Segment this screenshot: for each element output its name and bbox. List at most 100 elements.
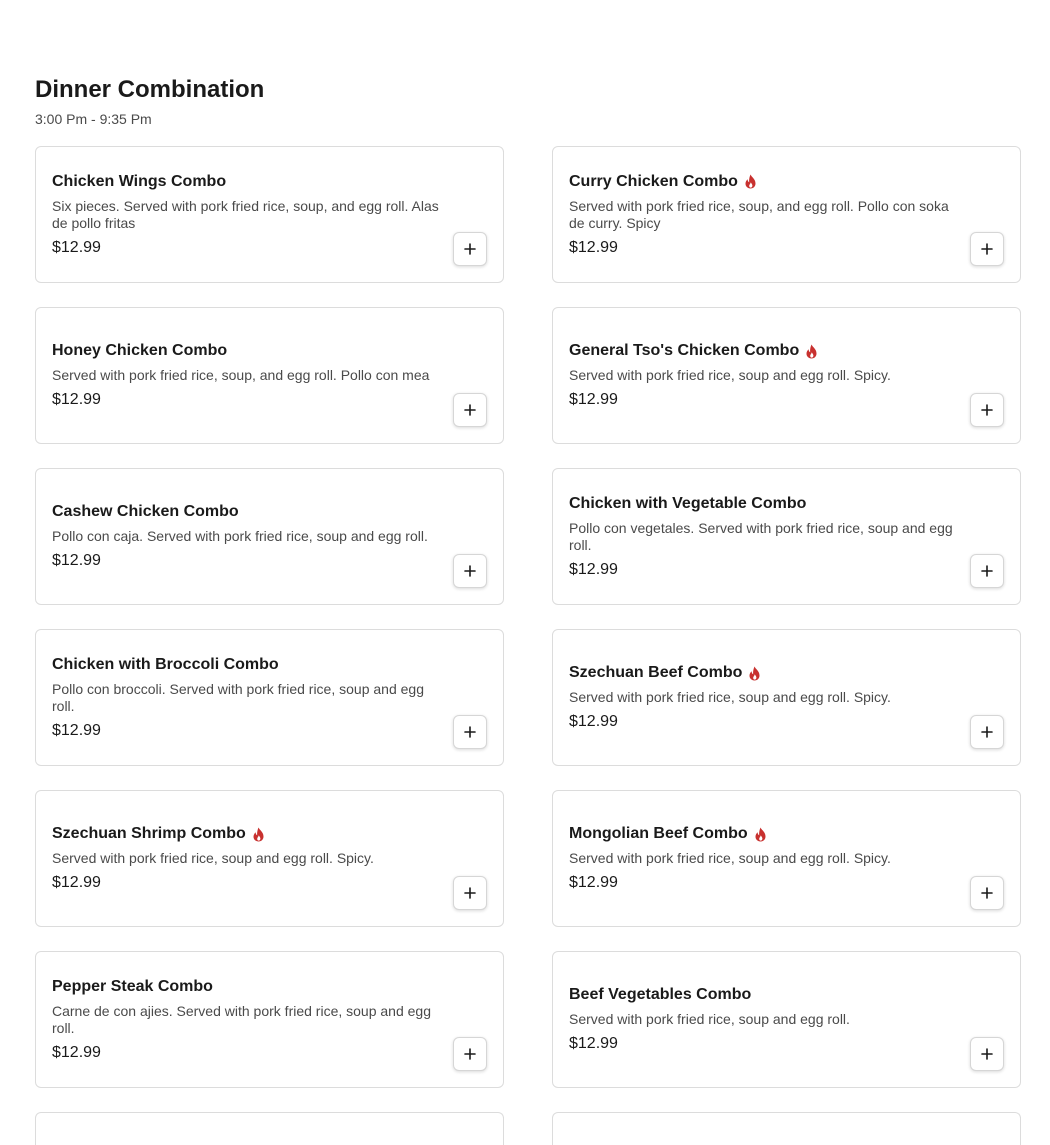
- menu-item-name: Mongolian Beef Combo: [569, 824, 964, 844]
- menu-item-card[interactable]: [35, 1112, 504, 1145]
- menu-item-name-text: Curry Chicken Combo: [569, 172, 738, 190]
- menu-item-card[interactable]: Chicken with Vegetable Combo Pollo con ve…: [552, 468, 1021, 605]
- menu-item-name-text: Chicken with Broccoli Combo: [52, 655, 279, 673]
- menu-item-card[interactable]: Szechuan Beef Combo Served with pork frie…: [552, 629, 1021, 766]
- add-item-button[interactable]: [453, 232, 487, 266]
- plus-icon: [464, 243, 476, 255]
- menu-item-name: Cashew Chicken Combo: [52, 502, 447, 522]
- menu-item-description: Pollo con vegetales. Served with pork fr…: [569, 519, 953, 553]
- menu-item-name: Beef Vegetables Combo: [569, 985, 964, 1005]
- menu-item-body: Beef Vegetables Combo Served with pork fr…: [569, 952, 964, 1087]
- menu-item-price: $12.99: [52, 1043, 101, 1061]
- add-item-button[interactable]: [453, 715, 487, 749]
- add-item-button[interactable]: [970, 876, 1004, 910]
- menu-item-card[interactable]: Chicken Wings Combo Six pieces. Served wi…: [35, 146, 504, 283]
- add-item-button[interactable]: [970, 393, 1004, 427]
- menu-item-price: $12.99: [52, 721, 101, 739]
- menu-item-body: Chicken Wings Combo Six pieces. Served wi…: [52, 147, 447, 282]
- menu-item-name-text: Chicken with Vegetable Combo: [569, 494, 807, 512]
- menu-item-name: Chicken with Vegetable Combo: [569, 494, 964, 514]
- menu-item-description: Pollo con broccoli. Served with pork fri…: [52, 680, 424, 714]
- flame-icon: [744, 174, 757, 189]
- menu-item-name-text: General Tso's Chicken Combo: [569, 342, 800, 359]
- menu-item-body: Curry Chicken Combo Served with pork frie…: [569, 147, 964, 282]
- plus-icon: [981, 1048, 993, 1060]
- add-item-button[interactable]: [453, 393, 487, 427]
- menu-item-price: $12.99: [569, 874, 618, 891]
- menu-item-card[interactable]: Chicken with Broccoli Combo Pollo con bro…: [35, 629, 504, 766]
- add-item-button[interactable]: [453, 1037, 487, 1071]
- menu-item-name-text: Honey Chicken Combo: [52, 342, 228, 359]
- plus-icon: [464, 404, 476, 416]
- section-title: Dinner Combination: [35, 76, 265, 103]
- flame-icon: [805, 344, 818, 359]
- plus-icon: [981, 726, 993, 738]
- menu-item-card[interactable]: General Tso's Chicken Combo Served with p…: [552, 307, 1021, 444]
- menu-item-name-text: Szechuan Beef Combo: [569, 664, 743, 681]
- menu-item-price: $12.99: [52, 874, 101, 891]
- menu-item-card[interactable]: Szechuan Shrimp Combo Served with pork fr…: [35, 790, 504, 927]
- menu-item-card[interactable]: [552, 1112, 1021, 1145]
- menu-item-price: $12.99: [52, 238, 101, 256]
- menu-item-price: $12.99: [569, 1035, 618, 1052]
- menu-item-body: Honey Chicken Combo Served with pork frie…: [52, 308, 447, 443]
- section-hours: 3:00 Pm - 9:35 Pm: [35, 111, 152, 127]
- menu-item-description: Served with pork fried rice, soup and eg…: [569, 1011, 850, 1027]
- menu-item-card[interactable]: Honey Chicken Combo Served with pork frie…: [35, 307, 504, 444]
- menu-item-name: Szechuan Beef Combo: [569, 663, 964, 683]
- plus-icon: [981, 404, 993, 416]
- menu-item-description: Six pieces. Served with pork fried rice,…: [52, 197, 439, 231]
- menu-item-name: Honey Chicken Combo: [52, 341, 447, 361]
- plus-icon: [464, 565, 476, 577]
- add-item-button[interactable]: [970, 232, 1004, 266]
- menu-item-description: Served with pork fried rice, soup and eg…: [569, 367, 891, 383]
- menu-item-description: Served with pork fried rice, soup, and e…: [52, 367, 430, 383]
- menu-item-body: Chicken with Vegetable Combo Pollo con ve…: [569, 469, 964, 604]
- plus-icon: [464, 1048, 476, 1060]
- menu-item-card[interactable]: Curry Chicken Combo Served with pork frie…: [552, 146, 1021, 283]
- menu-item-body: Szechuan Shrimp Combo Served with pork fr…: [52, 791, 447, 926]
- menu-item-name-text: Pepper Steak Combo: [52, 977, 213, 995]
- menu-item-name-text: Szechuan Shrimp Combo: [52, 825, 246, 842]
- menu-item-name: General Tso's Chicken Combo: [569, 341, 964, 361]
- menu-page: Dinner Combination 3:00 Pm - 9:35 Pm Chi…: [0, 0, 1050, 1145]
- menu-item-body: Pepper Steak Combo Carne de con ajies. Se…: [52, 952, 447, 1087]
- menu-item-card[interactable]: Cashew Chicken Combo Pollo con caja. Serv…: [35, 468, 504, 605]
- menu-item-card[interactable]: Mongolian Beef Combo Served with pork fri…: [552, 790, 1021, 927]
- flame-icon: [252, 827, 265, 842]
- menu-item-name-text: Mongolian Beef Combo: [569, 825, 748, 842]
- flame-icon: [754, 827, 767, 842]
- menu-item-name: Chicken Wings Combo: [52, 172, 447, 192]
- menu-item-name: Pepper Steak Combo: [52, 977, 447, 997]
- menu-item-price: $12.99: [52, 391, 101, 408]
- menu-item-name-text: Cashew Chicken Combo: [52, 503, 239, 520]
- menu-item-card[interactable]: Pepper Steak Combo Carne de con ajies. Se…: [35, 951, 504, 1088]
- flame-icon: [748, 666, 761, 681]
- plus-icon: [981, 243, 993, 255]
- menu-item-card[interactable]: Beef Vegetables Combo Served with pork fr…: [552, 951, 1021, 1088]
- add-item-button[interactable]: [970, 554, 1004, 588]
- plus-icon: [981, 565, 993, 577]
- section-header: Dinner Combination 3:00 Pm - 9:35 Pm: [35, 74, 264, 128]
- plus-icon: [464, 726, 476, 738]
- plus-icon: [464, 887, 476, 899]
- menu-item-price: $12.99: [569, 713, 618, 730]
- menu-item-description: Served with pork fried rice, soup and eg…: [52, 850, 374, 866]
- menu-item-price: $12.99: [52, 552, 101, 569]
- menu-item-price: $12.99: [569, 560, 618, 578]
- menu-item-price: $12.99: [569, 238, 618, 256]
- menu-item-description: Served with pork fried rice, soup, and e…: [569, 197, 949, 231]
- menu-item-body: Mongolian Beef Combo Served with pork fri…: [569, 791, 964, 926]
- menu-item-name: Curry Chicken Combo: [569, 172, 964, 192]
- menu-item-name-text: Beef Vegetables Combo: [569, 986, 752, 1003]
- menu-item-body: General Tso's Chicken Combo Served with p…: [569, 308, 964, 443]
- add-item-button[interactable]: [970, 715, 1004, 749]
- menu-item-grid: Chicken Wings Combo Six pieces. Served wi…: [35, 146, 1021, 1145]
- menu-item-name-text: Chicken Wings Combo: [52, 172, 227, 190]
- menu-item-body: Chicken with Broccoli Combo Pollo con bro…: [52, 630, 447, 765]
- add-item-button[interactable]: [970, 1037, 1004, 1071]
- add-item-button[interactable]: [453, 876, 487, 910]
- menu-item-description: Served with pork fried rice, soup and eg…: [569, 689, 891, 705]
- menu-item-description: Carne de con ajies. Served with pork fri…: [52, 1002, 431, 1036]
- add-item-button[interactable]: [453, 554, 487, 588]
